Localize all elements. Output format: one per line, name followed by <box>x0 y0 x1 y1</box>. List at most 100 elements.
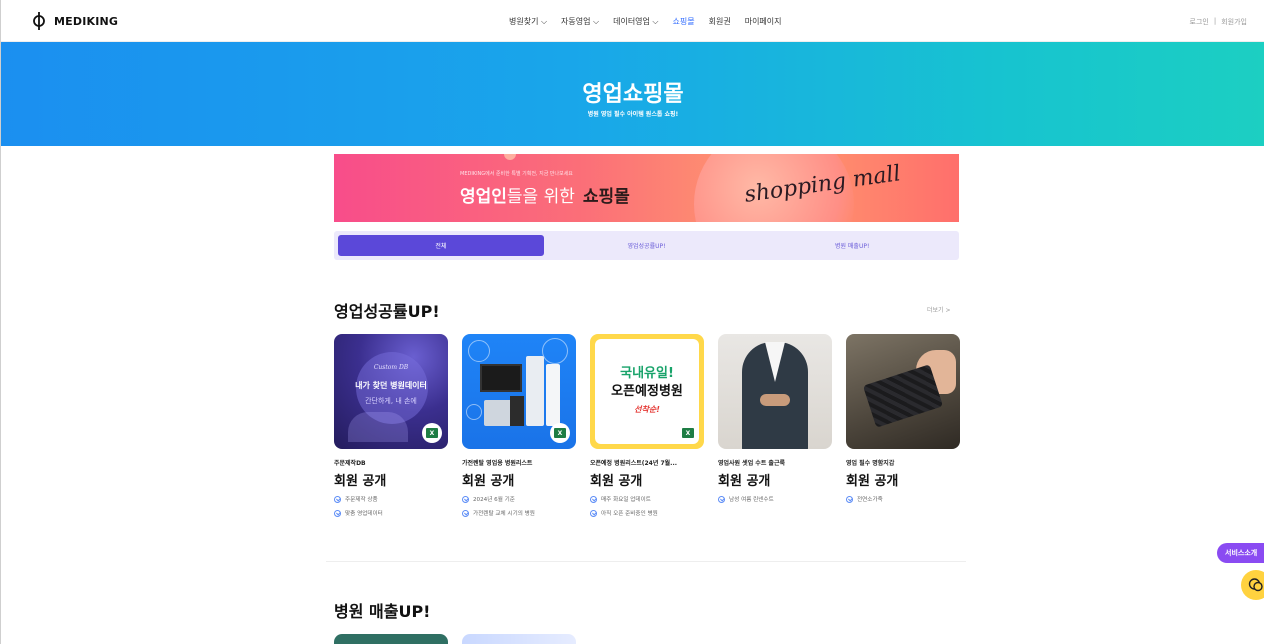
product-thumbnail[interactable]: X <box>462 334 576 449</box>
section-divider <box>326 561 966 562</box>
logo[interactable]: MEDIKING <box>29 11 118 31</box>
product-feature: 전연소가죽 <box>846 495 960 503</box>
thumbnail-decor <box>466 404 482 420</box>
product-price: 회원 공개 <box>590 474 643 489</box>
feature-text: 전연소가죽 <box>857 497 883 503</box>
promo-banner[interactable]: MEDIKING에서 준비한 특별 기획전, 지금 만나보세요 영업인들을 위한… <box>334 154 959 222</box>
aircon-illustration <box>546 364 560 426</box>
thumbnail-decor <box>542 338 568 364</box>
thumbnail-text: 내가 찾던 병원데이터 <box>355 381 427 390</box>
appliance-illustration <box>510 396 524 426</box>
check-circle-icon <box>846 495 853 503</box>
banner-headline-regular: 들을 위한 <box>506 187 575 207</box>
product-feature: 아직 오픈 준비중인 병원 <box>590 509 704 517</box>
product-feature: 주문제작 상품 <box>334 495 448 503</box>
login-link[interactable]: 로그인 <box>1190 17 1209 27</box>
section-title-sales-success: 영업성공률UP! <box>334 302 440 321</box>
more-link[interactable]: 더보기 > <box>927 305 951 314</box>
page-title: 영업쇼핑몰 <box>582 82 684 107</box>
tv-illustration <box>480 364 522 392</box>
product-name[interactable]: 가전렌탈 영업용 병원리스트 <box>462 458 576 467</box>
feature-text: 맞춤 영업데이터 <box>345 511 383 517</box>
banner-headline-bold: 영업인 <box>460 187 507 207</box>
tab-sales-success[interactable]: 영업성공률UP! <box>544 235 750 256</box>
product-name[interactable]: 영업 필수 명함지갑 <box>846 458 960 467</box>
product-feature: 매주 화요일 업데이트 <box>590 495 704 503</box>
excel-icon: X <box>550 423 570 443</box>
product-name[interactable]: 주문제작DB <box>334 458 448 467</box>
excel-icon: X <box>422 423 442 443</box>
feature-text: 아직 오픈 준비중인 병원 <box>601 511 658 517</box>
nav-item-membership[interactable]: 회원권 <box>709 16 731 27</box>
check-circle-icon <box>718 495 725 503</box>
check-circle-icon <box>334 495 341 503</box>
product-card[interactable]: X 가전렌탈 영업용 병원리스트 회원 공개 2024년 6월 기준 가전렌탈 … <box>462 334 576 517</box>
product-thumbnail[interactable] <box>334 634 448 644</box>
feature-text: 가전렌탈 교체 시기의 병원 <box>473 511 535 517</box>
feature-text: 2024년 6월 기준 <box>473 497 515 503</box>
signup-link[interactable]: 회원가입 <box>1221 17 1247 27</box>
banner-caption: MEDIKING에서 준비한 특별 기획전, 지금 만나보세요 <box>460 171 573 177</box>
page-subtitle: 병원 영업 필수 아이템 원스톱 쇼핑! <box>587 111 679 118</box>
product-price: 회원 공개 <box>718 474 771 489</box>
product-price: 회원 공개 <box>462 474 515 489</box>
hands-illustration <box>760 394 790 406</box>
check-circle-icon <box>590 495 597 503</box>
top-navigation-bar: MEDIKING 병원찾기 ⌵ 자동영업 ⌵ 데이터영업 ⌵ 쇼핑몰 회원권 마… <box>1 0 1264 42</box>
product-feature: 2024년 6월 기준 <box>462 495 576 503</box>
user-utility-links: 로그인 | 회원가입 <box>1190 17 1247 27</box>
chat-bubble-icon <box>1248 578 1263 592</box>
logo-text: MEDIKING <box>54 14 119 28</box>
main-nav: 병원찾기 ⌵ 자동영업 ⌵ 데이터영업 ⌵ 쇼핑몰 회원권 마이페이지 <box>509 16 782 27</box>
nav-item-hospital-search[interactable]: 병원찾기 ⌵ <box>509 16 547 27</box>
banner-decor-dot <box>504 154 516 160</box>
tab-all[interactable]: 전체 <box>338 235 544 256</box>
product-feature: 맞춤 영업데이터 <box>334 509 448 517</box>
thumbnail-decor <box>468 340 490 362</box>
fridge-illustration <box>526 356 544 426</box>
product-thumbnail[interactable]: Custom DB 내가 찾던 병원데이터 간단하게, 내 손에 X <box>334 334 448 449</box>
mediking-logo-icon <box>33 12 45 30</box>
product-feature: 남성 여름 린넨수트 <box>718 495 832 503</box>
feature-text: 남성 여름 린넨수트 <box>729 497 774 503</box>
product-card[interactable]: Custom DB 내가 찾던 병원데이터 간단하게, 내 손에 X 주문제작D… <box>334 334 448 517</box>
nav-item-data-sales[interactable]: 데이터영업 ⌵ <box>613 16 658 27</box>
product-feature: 가전렌탈 교체 시기의 병원 <box>462 509 576 517</box>
nav-item-mypage[interactable]: 마이페이지 <box>745 16 782 27</box>
check-circle-icon <box>590 509 597 517</box>
nav-item-shop[interactable]: 쇼핑몰 <box>673 16 695 27</box>
product-list: Custom DB 내가 찾던 병원데이터 간단하게, 내 손에 X 주문제작D… <box>334 334 960 517</box>
thumbnail-text: 간단하게, 내 손에 <box>365 397 417 405</box>
excel-icon: X <box>678 423 698 443</box>
wallet-illustration <box>862 364 944 428</box>
thumbnail-decor <box>348 412 408 442</box>
tab-hospital-revenue[interactable]: 병원 매출UP! <box>749 235 955 256</box>
service-intro-button[interactable]: 서비스소개 <box>1217 543 1264 563</box>
feature-text: 매주 화요일 업데이트 <box>601 497 651 503</box>
product-thumbnail[interactable]: 국내유일! 오픈예정병원 선착순! X <box>590 334 704 449</box>
check-circle-icon <box>462 509 469 517</box>
product-card[interactable]: 국내유일! 오픈예정병원 선착순! X 오픈예정 병원리스트(24년 7월...… <box>590 334 704 517</box>
product-card[interactable]: 영업 필수 명함지갑 회원 공개 전연소가죽 <box>846 334 960 517</box>
product-name[interactable]: 오픈예정 병원리스트(24년 7월... <box>590 458 704 467</box>
category-tabs: 전체 영업성공률UP! 병원 매출UP! <box>334 231 959 260</box>
product-price: 회원 공개 <box>846 474 899 489</box>
feature-text: 주문제작 상품 <box>345 497 378 503</box>
check-circle-icon <box>462 495 469 503</box>
section-title-hospital-revenue: 병원 매출UP! <box>334 602 431 621</box>
product-thumbnail[interactable] <box>846 334 960 449</box>
product-thumbnail[interactable] <box>718 334 832 449</box>
hero-banner: 영업쇼핑몰 병원 영업 필수 아이템 원스톱 쇼핑! <box>1 42 1264 146</box>
nav-item-auto-sales[interactable]: 자동영업 ⌵ <box>561 16 599 27</box>
banner-headline: 영업인들을 위한 쇼핑몰 <box>460 182 630 207</box>
product-thumbnail[interactable] <box>462 634 576 644</box>
thumbnail-text: Custom DB <box>373 364 409 371</box>
product-name[interactable]: 영업사원 셋업 수트 출근룩 <box>718 458 832 467</box>
banner-headline-dark: 쇼핑몰 <box>582 187 630 207</box>
thumbnail-text: 오픈예정병원 <box>611 384 683 399</box>
thumbnail-text: 국내유일! <box>620 366 674 381</box>
chat-button[interactable] <box>1241 570 1264 600</box>
product-card[interactable]: 영업사원 셋업 수트 출근룩 회원 공개 남성 여름 린넨수트 <box>718 334 832 517</box>
thumbnail-text: 선착순! <box>634 405 660 414</box>
check-circle-icon <box>334 509 341 517</box>
